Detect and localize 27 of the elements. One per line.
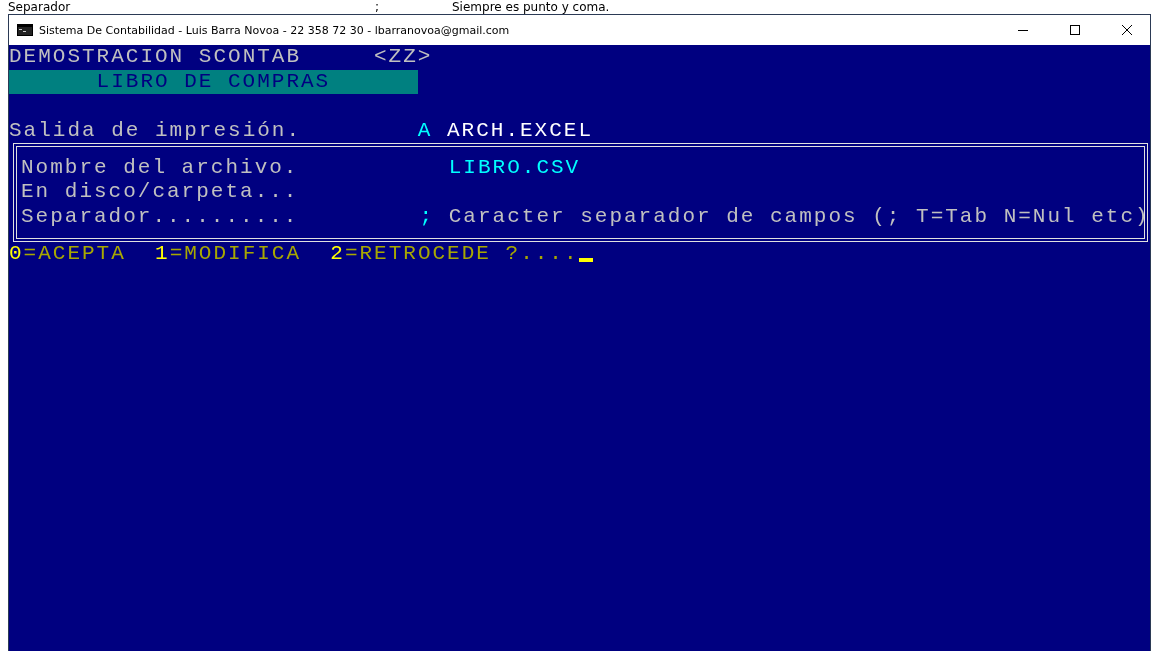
window-title: Sistema De Contabilidad - Luis Barra Novoa - 22 358 72 30 - lbarranovoa@gmail.com [39, 23, 511, 37]
console-icon [17, 24, 33, 36]
option-key: 2 [330, 241, 345, 267]
option-label: =RETROCEDE ?.... [344, 241, 579, 267]
field-key: ; [419, 204, 435, 228]
report-title: LIBRO DE COMPRAS [9, 69, 418, 95]
field-label: Separador.......... [21, 204, 300, 230]
field-note: Caracter separador de campos (; T=Tab N=Nul etc) [448, 204, 1150, 230]
output-label: Salida de impresión. [9, 118, 303, 144]
option-key: 1 [155, 241, 170, 267]
text-cursor [578, 258, 594, 263]
option-label: =ACEPTA [23, 241, 126, 267]
minimize-icon [1018, 29, 1028, 31]
background-note: Siempre es punto y coma. [452, 0, 610, 14]
output-value: ARCH.EXCEL [447, 118, 593, 144]
background-key: ; [375, 0, 452, 14]
maximize-icon [1070, 25, 1080, 35]
close-icon [1122, 25, 1132, 35]
option-label: =MODIFICA [169, 241, 302, 267]
field-value: LIBRO.CSV [448, 155, 581, 181]
background-label: Separador [8, 0, 72, 14]
field-label: En disco/carpeta... [21, 180, 300, 205]
field-label: Nombre del archivo. [21, 155, 300, 181]
option-key: 0 [9, 241, 24, 267]
output-key: A [417, 118, 447, 144]
company-name: DEMOSTRACION SCONTAB [9, 45, 303, 70]
company-code: <ZZ> [374, 45, 433, 70]
